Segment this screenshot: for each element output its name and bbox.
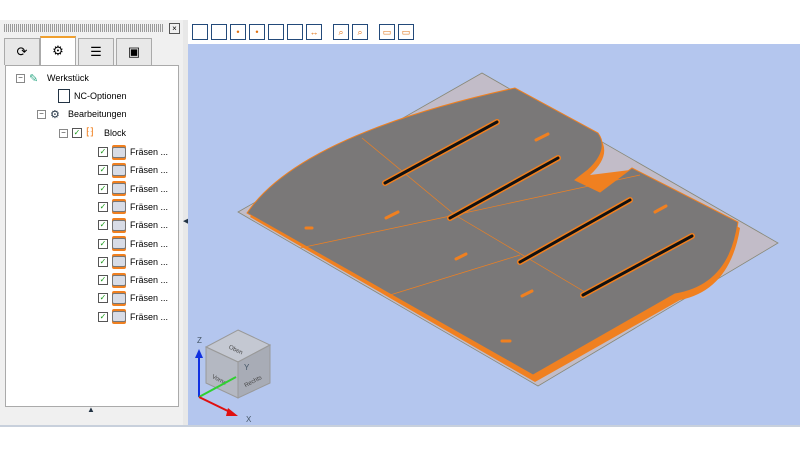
x-axis-label: X [246, 415, 252, 424]
collapse-arrow-icon[interactable]: ▲ [5, 405, 177, 419]
checkbox[interactable]: ✓ [98, 256, 108, 267]
tree-item-milling[interactable]: ✓ Fräsen ... [98, 217, 168, 233]
view-left-icon[interactable] [268, 24, 284, 40]
zoom-fit-icon[interactable]: ⌕ [352, 24, 368, 40]
list-icon: ☰ [90, 44, 102, 59]
status-bar [0, 425, 800, 452]
label: Bearbeitungen [68, 109, 127, 119]
checkbox[interactable]: ✓ [98, 183, 108, 194]
checkbox[interactable]: ✓ [72, 128, 82, 138]
milling-icon [112, 256, 126, 268]
nc-options-icon [58, 89, 70, 103]
tree-item-milling[interactable]: ✓ Fräsen ... [98, 144, 168, 160]
geometry-icon: ⟳ [16, 44, 28, 59]
label: Fräsen ... [130, 183, 169, 194]
label: Fräsen ... [130, 275, 169, 286]
3d-viewport[interactable]: Oben Vorne Rechts Z Y X [188, 44, 800, 425]
collapse-toggle[interactable]: − [37, 109, 46, 119]
view-iso-icon[interactable] [192, 24, 208, 40]
label: Fräsen ... [130, 311, 169, 322]
checkbox[interactable]: ✓ [98, 147, 108, 157]
z-axis-label: Z [197, 336, 202, 345]
milling-icon [112, 219, 126, 231]
checkbox[interactable]: ✓ [98, 275, 108, 286]
panel-grip[interactable] [4, 24, 164, 32]
tree-item-milling[interactable]: ✓ Fräsen ... [98, 290, 168, 306]
operations-panel: × ⟳ ⚙ ☰ ▣ − ✎ Werkstück NC-Optionen − ⚙ Bear… [0, 20, 183, 425]
layout-2-icon[interactable]: ▭ [398, 24, 414, 40]
milling-icon [112, 292, 126, 304]
view-dimensions-icon[interactable]: ↔ [306, 24, 322, 40]
tree-item-milling[interactable]: ✓ Fräsen ... [98, 254, 168, 270]
tree-item-machining[interactable]: − ⚙ Bearbeitungen [37, 106, 127, 122]
tool-icon: ▣ [127, 44, 141, 59]
checkbox[interactable]: ✓ [98, 220, 108, 231]
part-top [246, 87, 739, 376]
milling-icon [112, 238, 126, 249]
checkbox[interactable]: ✓ [98, 238, 108, 249]
block-icon: ⁅⁆ [86, 127, 94, 138]
label: Fräsen ... [130, 238, 169, 249]
milling-icon [112, 146, 126, 158]
tab-machining[interactable]: ⚙ [40, 36, 76, 66]
view-back-icon[interactable] [211, 24, 227, 40]
checkbox[interactable]: ✓ [98, 293, 108, 304]
zoom-icon[interactable]: ⌕ [333, 24, 349, 40]
tree-item-nc-options[interactable]: NC-Optionen [58, 88, 127, 104]
tree-item-block[interactable]: − ✓ ⁅⁆ Block [59, 125, 126, 141]
label: Fräsen ... [130, 201, 169, 212]
milling-icon [112, 164, 126, 176]
view-right-icon[interactable] [287, 24, 303, 40]
machining-icon: ⚙ [52, 43, 64, 58]
label: Fräsen ... [130, 293, 169, 304]
checkbox[interactable]: ✓ [98, 311, 108, 322]
machining-icon: ⚙ [50, 109, 60, 121]
collapse-toggle[interactable]: − [16, 73, 25, 83]
label: Fräsen ... [130, 165, 169, 176]
checkbox[interactable]: ✓ [98, 201, 108, 212]
tree-item-milling[interactable]: ✓ Fräsen ... [98, 181, 168, 197]
operations-tree: − ✎ Werkstück NC-Optionen − ⚙ Bearbeitungen … [5, 65, 179, 407]
tree-item-milling[interactable]: ✓ Fräsen ... [98, 236, 168, 252]
milling-icon [112, 201, 126, 213]
collapse-toggle[interactable]: − [59, 128, 68, 138]
milling-icon [112, 274, 126, 286]
label: Fräsen ... [130, 256, 169, 267]
view-top-icon[interactable]: • [249, 24, 265, 40]
label: NC-Optionen [74, 91, 127, 101]
tab-tool[interactable]: ▣ [116, 38, 152, 65]
tab-list[interactable]: ☰ [78, 38, 114, 65]
milling-icon [112, 311, 126, 323]
label: Werkstück [47, 73, 89, 83]
label: Fräsen ... [130, 220, 169, 231]
tree-item-workpiece[interactable]: − ✎ Werkstück [16, 70, 89, 86]
view-toolbar: • • ↔ ⌕ ⌕ ▭ ▭ [188, 20, 800, 44]
tab-geometry[interactable]: ⟳ [4, 38, 40, 65]
checkbox[interactable]: ✓ [98, 165, 108, 176]
tree-item-milling[interactable]: ✓ Fräsen ... [98, 272, 168, 288]
close-panel-button[interactable]: × [169, 23, 180, 34]
milling-icon [112, 183, 126, 195]
tree-item-milling[interactable]: ✓ Fräsen ... [98, 162, 168, 178]
workpiece-icon: ✎ [29, 73, 39, 85]
layout-1-icon[interactable]: ▭ [379, 24, 395, 40]
label: Block [104, 128, 127, 138]
tree-item-milling[interactable]: ✓ Fräsen ... [98, 199, 168, 215]
view-front-icon[interactable]: • [230, 24, 246, 40]
label: Fräsen ... [130, 147, 169, 157]
tree-item-milling[interactable]: ✓ Fräsen ... [98, 309, 168, 325]
y-axis-label: Y [244, 363, 250, 372]
